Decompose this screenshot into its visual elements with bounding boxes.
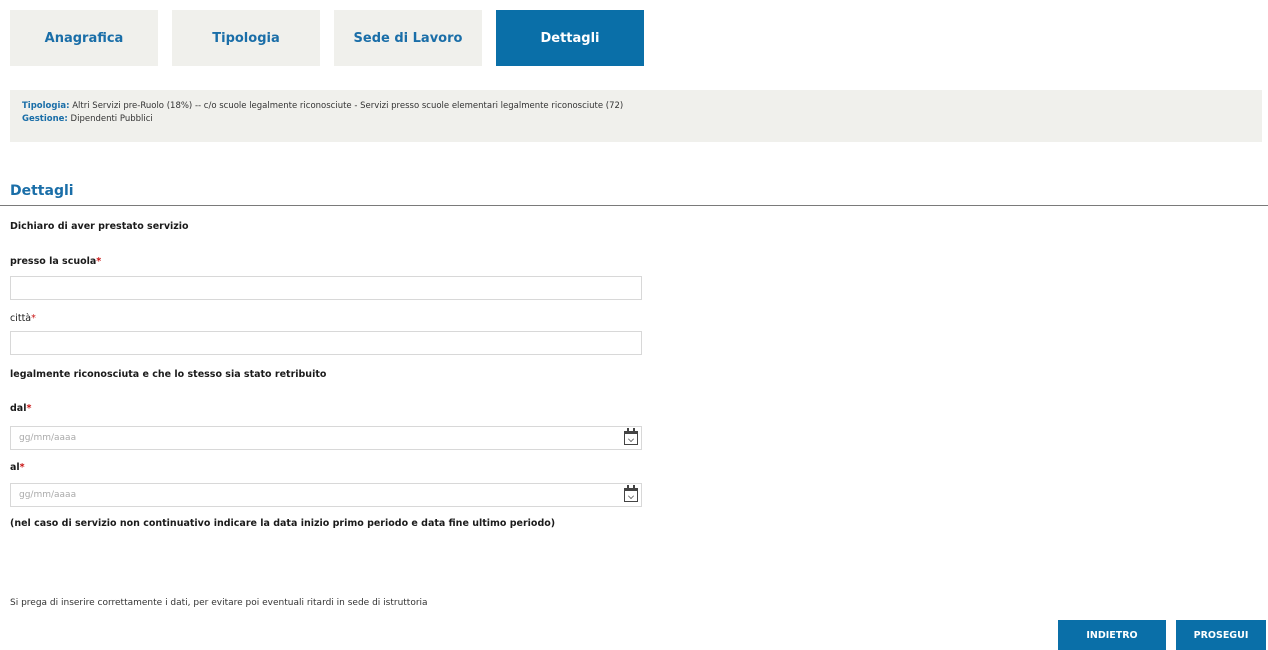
tipologia-label: Tipologia: <box>22 101 70 111</box>
scuola-input[interactable] <box>10 276 642 300</box>
dal-label-text: dal <box>10 403 27 414</box>
tab-bar: Anagrafica Tipologia Sede di Lavoro Dett… <box>10 10 644 66</box>
middle-text: legalmente riconosciuta e che lo stesso … <box>10 369 327 380</box>
calendar-icon[interactable] <box>624 428 638 445</box>
date-hint: (nel caso di servizio non continuativo i… <box>10 518 556 529</box>
tipologia-line: Tipologia: Altri Servizi pre-Ruolo (18%)… <box>22 100 1250 113</box>
scuola-label-text: presso la scuola <box>10 256 97 267</box>
gestione-line: Gestione: Dipendenti Pubblici <box>22 113 1250 126</box>
gestione-value: Dipendenti Pubblici <box>70 114 153 124</box>
tipologia-value: Altri Servizi pre-Ruolo (18%) -- c/o scu… <box>72 101 624 111</box>
dal-label: dal* <box>10 403 31 414</box>
next-button[interactable]: PROSEGUI <box>1176 620 1266 650</box>
citta-label: città* <box>10 313 36 324</box>
dal-date-input[interactable] <box>10 426 642 450</box>
al-label: al* <box>10 462 25 473</box>
required-mark: * <box>19 462 25 473</box>
required-mark: * <box>96 256 102 267</box>
tab-anagrafica[interactable]: Anagrafica <box>10 10 158 66</box>
section-title: Dettagli <box>10 183 74 199</box>
summary-info-box: Tipologia: Altri Servizi pre-Ruolo (18%)… <box>10 90 1262 142</box>
section-divider <box>0 205 1268 206</box>
citta-label-text: città <box>10 313 32 324</box>
gestione-label: Gestione: <box>22 114 68 124</box>
back-button[interactable]: INDIETRO <box>1058 620 1166 650</box>
required-mark: * <box>26 403 32 414</box>
scuola-label: presso la scuola* <box>10 256 101 267</box>
tab-dettagli[interactable]: Dettagli <box>496 10 644 66</box>
tab-sede-di-lavoro[interactable]: Sede di Lavoro <box>334 10 482 66</box>
intro-text: Dichiaro di aver prestato servizio <box>10 221 189 232</box>
al-label-text: al <box>10 462 20 473</box>
calendar-icon[interactable] <box>624 485 638 502</box>
citta-input[interactable] <box>10 331 642 355</box>
required-mark: * <box>31 313 36 324</box>
tab-tipologia[interactable]: Tipologia <box>172 10 320 66</box>
al-date-input[interactable] <box>10 483 642 507</box>
instruction-note: Si prega di inserire correttamente i dat… <box>10 598 428 608</box>
